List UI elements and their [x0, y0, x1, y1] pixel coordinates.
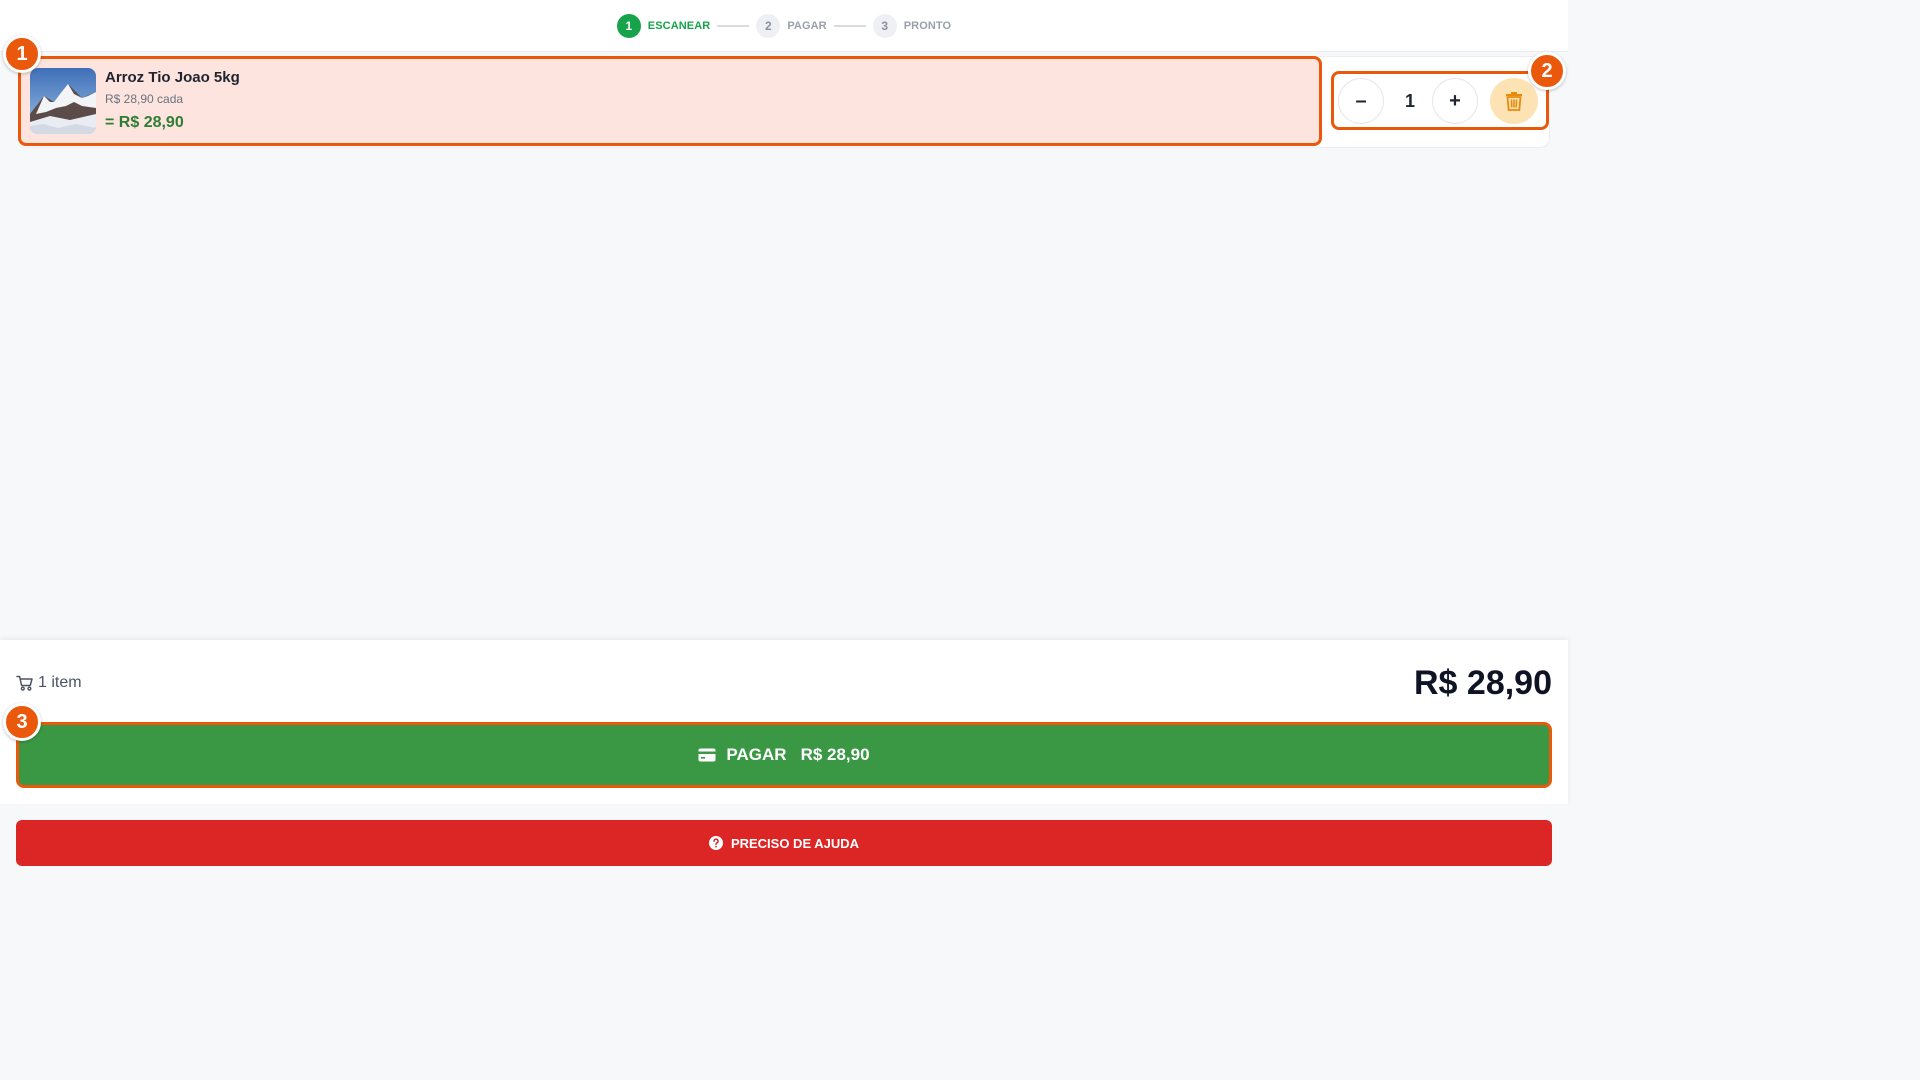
help-button[interactable]: PRECISO DE AJUDA — [16, 820, 1552, 866]
step-connector — [717, 24, 750, 27]
quantity-value: 1 — [1404, 90, 1415, 111]
cart-count: 1 item — [16, 674, 82, 692]
product-thumbnail — [30, 68, 96, 134]
decrease-quantity-button[interactable]: – — [1338, 78, 1384, 124]
step-number: 3 — [872, 13, 897, 38]
pay-button-label: PAGAR — [726, 745, 787, 764]
product-unit-price: R$ 28,90 cada — [105, 92, 184, 106]
mountain-photo-icon — [30, 68, 96, 134]
step-number: 2 — [756, 13, 781, 38]
question-circle-icon — [708, 836, 723, 850]
trash-icon — [1506, 92, 1522, 111]
product-subtotal: = R$ 28,90 — [105, 114, 184, 131]
cart-item[interactable]: Arroz Tio Joao 5kg R$ 28,90 cada = R$ 28… — [18, 56, 1322, 146]
step-label: ESCANEAR — [647, 19, 711, 32]
step-scan: 1 ESCANEAR — [616, 13, 711, 38]
step-label: PRONTO — [903, 19, 952, 32]
cart-icon — [16, 675, 33, 691]
step-number: 1 — [616, 13, 641, 38]
increase-quantity-button[interactable]: + — [1432, 78, 1478, 124]
pay-button[interactable]: PAGAR R$ 28,90 — [16, 722, 1552, 788]
step-done: 3 PRONTO — [872, 13, 952, 38]
step-pay: 2 PAGAR — [756, 13, 827, 38]
pay-button-amount: R$ 28,90 — [800, 745, 870, 764]
help-button-label: PRECISO DE AJUDA — [730, 835, 860, 851]
product-name: Arroz Tio Joao 5kg — [105, 69, 240, 86]
step-label: PAGAR — [787, 19, 827, 32]
checkout-stepper: 1 ESCANEAR 2 PAGAR 3 PRONTO — [0, 0, 1568, 52]
order-total: R$ 28,90 — [1414, 664, 1552, 702]
remove-item-button[interactable] — [1490, 78, 1538, 124]
step-connector — [833, 24, 866, 27]
callout-badge: 3 — [3, 703, 41, 741]
checkout-footer: 1 item R$ 28,90 PAGAR R$ 28,90 — [0, 640, 1568, 804]
credit-card-icon — [698, 748, 716, 762]
callout-badge: 1 — [3, 35, 41, 73]
cart-count-label: 1 item — [38, 674, 82, 691]
quantity-stepper: – 1 + — [1331, 71, 1549, 130]
callout-badge: 2 — [1528, 52, 1566, 90]
